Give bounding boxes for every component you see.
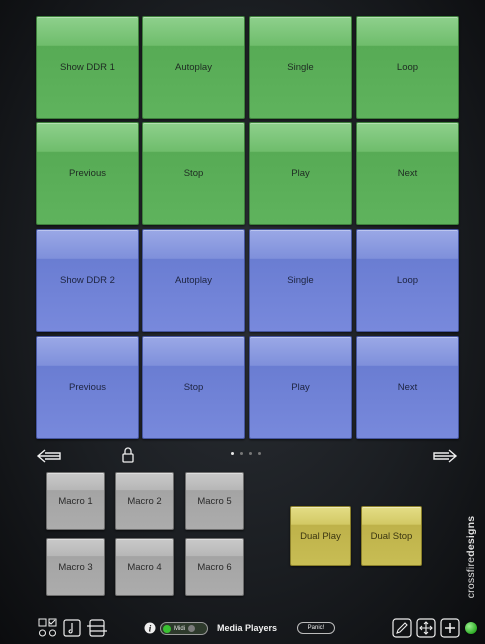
macro-5-button[interactable]: Macro 5 (185, 472, 244, 530)
green-pad-button[interactable]: Play (249, 122, 352, 225)
macro-4-button[interactable]: Macro 4 (115, 538, 174, 596)
arrow-right-icon[interactable] (432, 447, 458, 465)
page-indicator (231, 452, 261, 455)
brand-suffix: designs (465, 515, 477, 557)
lock-icon[interactable] (121, 446, 135, 464)
layout-icon[interactable] (86, 618, 108, 638)
green-pad-button[interactable]: Autoplay (142, 16, 245, 119)
midi-off-dot (188, 625, 196, 632)
green-pad-button[interactable]: Next (356, 122, 459, 225)
blue-pad-button[interactable]: Next (356, 336, 459, 439)
brand-prefix: crossfire (465, 556, 477, 599)
pencil-icon[interactable] (392, 618, 412, 638)
note-icon[interactable] (62, 618, 82, 638)
page-dot[interactable] (258, 452, 261, 455)
page-dot[interactable] (249, 452, 252, 455)
blue-pad-button[interactable]: Show DDR 2 (36, 229, 139, 332)
macro-3-button[interactable]: Macro 3 (46, 538, 105, 596)
midi-toggle[interactable]: Midi (160, 622, 208, 635)
macro-2-button[interactable]: Macro 2 (115, 472, 174, 530)
grid-edit-icon[interactable] (38, 618, 58, 638)
info-icon[interactable]: i (144, 618, 156, 638)
page-navigation (0, 446, 485, 466)
green-pad-button[interactable]: Stop (142, 122, 245, 225)
page-dot[interactable] (240, 452, 243, 455)
macro-1-button[interactable]: Macro 1 (46, 472, 105, 530)
blue-pad-button[interactable]: Play (249, 336, 352, 439)
green-pad-button[interactable]: Previous (36, 122, 139, 225)
brand-logo: crossfiredesigns (463, 515, 479, 599)
page-dot[interactable] (231, 452, 234, 455)
blue-pad-button[interactable]: Loop (356, 229, 459, 332)
blue-pad-button[interactable]: Autoplay (142, 229, 245, 332)
green-pad-button[interactable]: Show DDR 1 (36, 16, 139, 119)
bottom-toolbar: i Midi Media Players Panic! (0, 612, 485, 644)
panic-button[interactable]: Panic! (297, 622, 335, 634)
dual-play-button[interactable]: Dual Play (290, 506, 351, 566)
app-screen: Show DDR 1 Autoplay Single Loop Previous Stop… (0, 0, 485, 644)
green-pad-button[interactable]: Loop (356, 16, 459, 119)
blue-pad-button[interactable]: Stop (142, 336, 245, 439)
blue-pad-button[interactable]: Single (249, 229, 352, 332)
green-pad-button[interactable]: Single (249, 16, 352, 119)
midi-label: Midi (174, 625, 186, 632)
macro-6-button[interactable]: Macro 6 (185, 538, 244, 596)
move-icon[interactable] (416, 618, 436, 638)
blue-pad-button[interactable]: Previous (36, 336, 139, 439)
arrow-left-icon[interactable] (36, 447, 62, 465)
add-icon[interactable] (440, 618, 460, 638)
midi-on-dot (163, 624, 171, 633)
dual-stop-button[interactable]: Dual Stop (361, 506, 422, 566)
page-title: Media Players (217, 623, 278, 633)
